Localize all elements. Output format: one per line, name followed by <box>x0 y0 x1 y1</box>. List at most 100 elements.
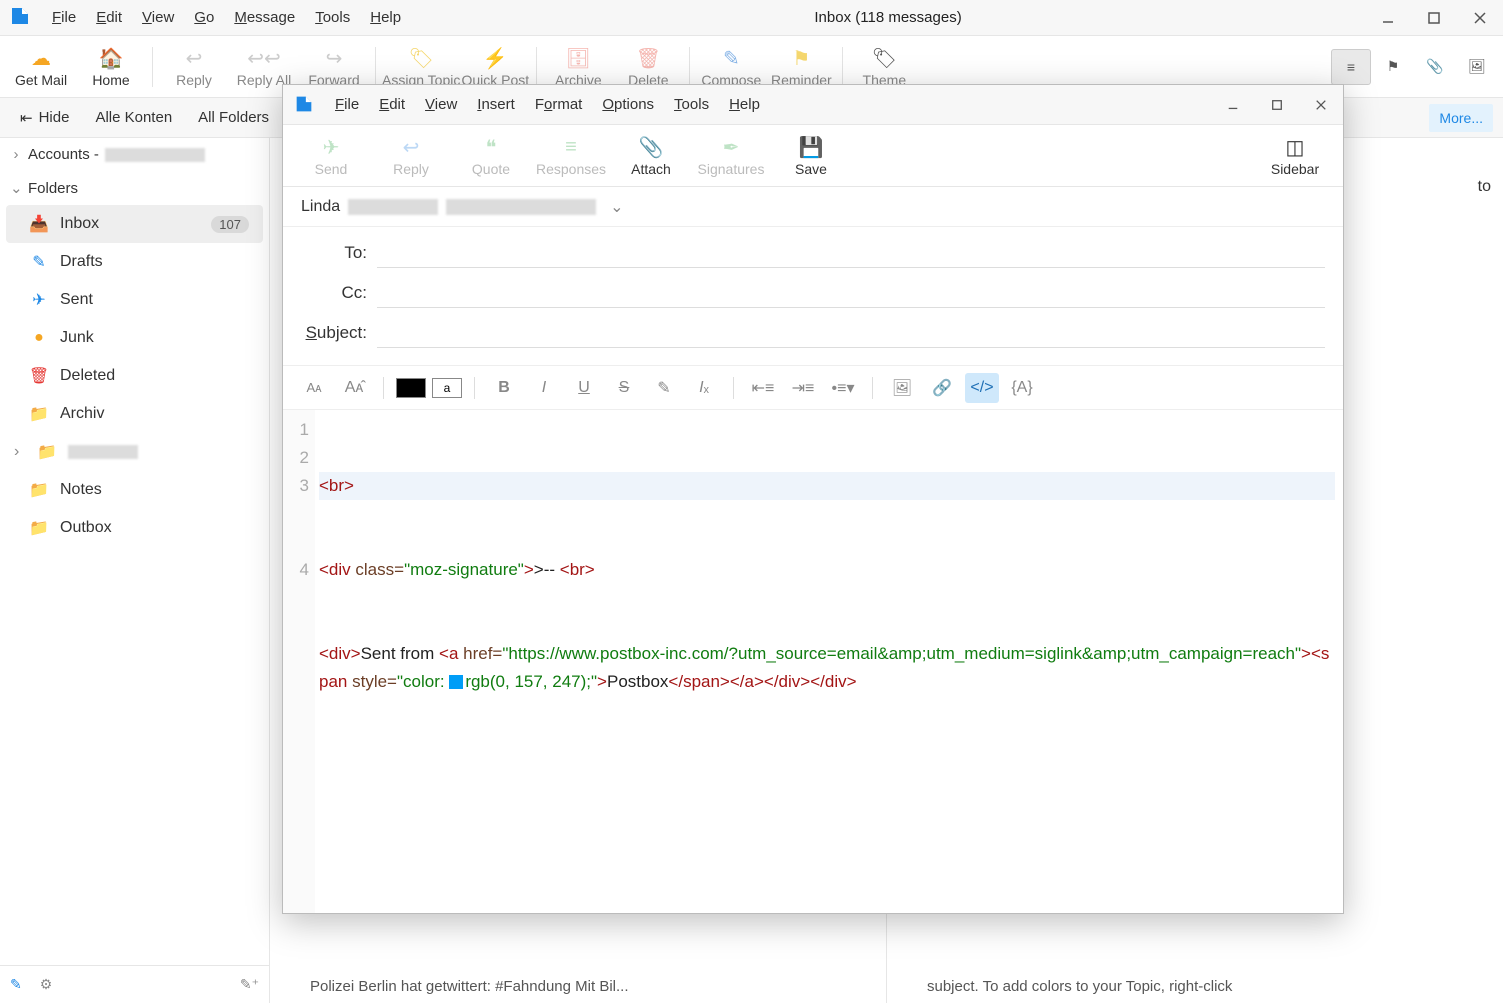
sidebar-item-inbox[interactable]: 📥 Inbox 107 <box>6 205 263 243</box>
reply-button[interactable]: ↩Reply <box>159 38 229 96</box>
compose-new-icon[interactable]: ✎⁺ <box>240 976 259 993</box>
close-button[interactable] <box>1299 85 1343 125</box>
chevron-down-icon[interactable]: ⌄ <box>610 197 623 217</box>
strike-button[interactable]: S <box>607 373 641 403</box>
reply-button[interactable]: ↩Reply <box>371 127 451 185</box>
strike-icon: S <box>619 379 630 397</box>
menu-go[interactable]: Go <box>184 3 224 32</box>
menu-file[interactable]: File <box>42 3 86 32</box>
app-icon <box>8 4 36 32</box>
quote-button[interactable]: ❝Quote <box>451 127 531 185</box>
lines-icon: ≡ <box>565 135 577 161</box>
all-folders-button[interactable]: All Folders <box>188 103 279 132</box>
separator <box>474 377 475 399</box>
attach-button[interactable]: 📎Attach <box>611 127 691 185</box>
menu-options[interactable]: Options <box>592 90 664 119</box>
menu-edit[interactable]: Edit <box>86 3 132 32</box>
sidebar-item-redacted[interactable]: › 📁 <box>0 433 269 471</box>
compose-window: File Edit View Insert Format Options Too… <box>282 84 1344 914</box>
sidebar-item-drafts[interactable]: ✎ Drafts <box>0 243 269 281</box>
bg-color-swatch[interactable]: a <box>432 378 462 398</box>
view-flag-button[interactable]: ⚑ <box>1373 49 1413 85</box>
signatures-button[interactable]: ✒Signatures <box>691 127 771 185</box>
indent-button[interactable]: ⇥≡ <box>786 373 820 403</box>
get-mail-button[interactable]: ☁Get Mail <box>6 38 76 96</box>
menu-view[interactable]: View <box>415 90 467 119</box>
maximize-button[interactable] <box>1255 85 1299 125</box>
menu-file[interactable]: File <box>325 90 369 119</box>
indent-icon: ⇥≡ <box>792 378 815 398</box>
format-toolbar: Aᴀ Aᴀ̂ a B I U S ✎ Iₓ ⇤≡ ⇥≡ •≡▾ 🖼 🔗 </> … <box>283 366 1343 410</box>
sidebar-item-sent[interactable]: ✈ Sent <box>0 281 269 319</box>
menu-view[interactable]: View <box>132 3 184 32</box>
minimize-button[interactable] <box>1365 0 1411 36</box>
clear-fmt-button[interactable]: Iₓ <box>687 373 721 403</box>
sidebar-item-deleted[interactable]: 🗑 Deleted <box>0 357 269 395</box>
toolbar-separator <box>842 47 843 87</box>
menu-tools[interactable]: Tools <box>305 3 360 32</box>
clip-icon: 📎 <box>639 135 664 161</box>
view-image-button[interactable]: 🖼 <box>1457 49 1497 85</box>
subject-field[interactable] <box>377 318 1325 348</box>
folders-header[interactable]: ⌄ Folders <box>0 171 269 205</box>
send-button[interactable]: ✈Send <box>291 127 371 185</box>
sidebar: › Accounts - ⌄ Folders 📥 Inbox 107 ✎ Dra… <box>0 138 270 1003</box>
italic-button[interactable]: I <box>527 373 561 403</box>
to-field[interactable] <box>377 238 1325 268</box>
chat-icon[interactable]: ✎ <box>10 976 22 993</box>
sidebar-item-label: Archiv <box>60 405 104 423</box>
sidebar-item-label: Drafts <box>60 253 103 271</box>
from-row[interactable]: Linda ⌄ <box>283 187 1343 227</box>
code-line-1: <br> <box>319 472 1335 500</box>
close-button[interactable] <box>1457 0 1503 36</box>
sidebar-item-archiv[interactable]: 📁 Archiv <box>0 395 269 433</box>
outdent-button[interactable]: ⇤≡ <box>746 373 780 403</box>
flag-icon: ⚑ <box>1387 58 1400 75</box>
save-button[interactable]: 💾Save <box>771 127 851 185</box>
cc-field[interactable] <box>377 278 1325 308</box>
list-icon: •≡▾ <box>832 378 855 398</box>
text-color-swatch[interactable] <box>396 378 426 398</box>
font-larger-button[interactable]: Aᴀ̂ <box>337 373 371 403</box>
link-button[interactable]: 🔗 <box>925 373 959 403</box>
underline-button[interactable]: U <box>567 373 601 403</box>
hide-button[interactable]: ⇤Hide <box>10 103 79 133</box>
menu-help[interactable]: Help <box>719 90 770 119</box>
view-attach-button[interactable]: 📎 <box>1415 49 1455 85</box>
highlight-button[interactable]: ✎ <box>647 373 681 403</box>
archive-icon: 🗄 <box>566 46 591 72</box>
accounts-header[interactable]: › Accounts - <box>0 138 269 171</box>
menu-format[interactable]: Format <box>525 90 593 119</box>
maximize-button[interactable] <box>1411 0 1457 36</box>
sidebar-toggle-button[interactable]: ◫Sidebar <box>1255 127 1335 185</box>
image-button[interactable]: 🖼 <box>885 373 919 403</box>
responses-button[interactable]: ≡Responses <box>531 127 611 185</box>
sidebar-item-junk[interactable]: ● Junk <box>0 319 269 357</box>
view-list-button[interactable]: ≡ <box>1331 49 1371 85</box>
forward-icon: ↪ <box>326 46 343 72</box>
sidebar-item-notes[interactable]: 📁 Notes <box>0 471 269 509</box>
settings-icon[interactable]: ⚙ <box>40 976 53 993</box>
more-button[interactable]: More... <box>1429 104 1493 132</box>
pencil-icon: ✎ <box>28 251 50 273</box>
bold-button[interactable]: B <box>487 373 521 403</box>
menu-tools[interactable]: Tools <box>664 90 719 119</box>
menu-help[interactable]: Help <box>360 3 411 32</box>
html-source-editor[interactable]: 1 2 3 4 <br> <div class="moz-signature">… <box>283 410 1343 913</box>
font-smaller-button[interactable]: Aᴀ <box>297 373 331 403</box>
home-button[interactable]: 🏠Home <box>76 38 146 96</box>
toolbar-right-group: ≡ ⚑ 📎 🖼 <box>1331 49 1497 85</box>
minimize-button[interactable] <box>1211 85 1255 125</box>
menu-insert[interactable]: Insert <box>467 90 525 119</box>
menu-edit[interactable]: Edit <box>369 90 415 119</box>
source-button[interactable]: </> <box>965 373 999 403</box>
code-area[interactable]: <br> <div class="moz-signature">>-- <br>… <box>315 410 1343 913</box>
menu-message[interactable]: Message <box>224 3 305 32</box>
chevron-down-icon: ⌄ <box>10 179 22 197</box>
all-accounts-button[interactable]: Alle Konten <box>85 103 182 132</box>
list-button[interactable]: •≡▾ <box>826 373 860 403</box>
sidebar-item-outbox[interactable]: 📁 Outbox <box>0 509 269 547</box>
folder-icon: 📁 <box>28 517 50 539</box>
chevron-right-icon: › <box>10 146 22 163</box>
styles-button[interactable]: {A} <box>1005 373 1039 403</box>
